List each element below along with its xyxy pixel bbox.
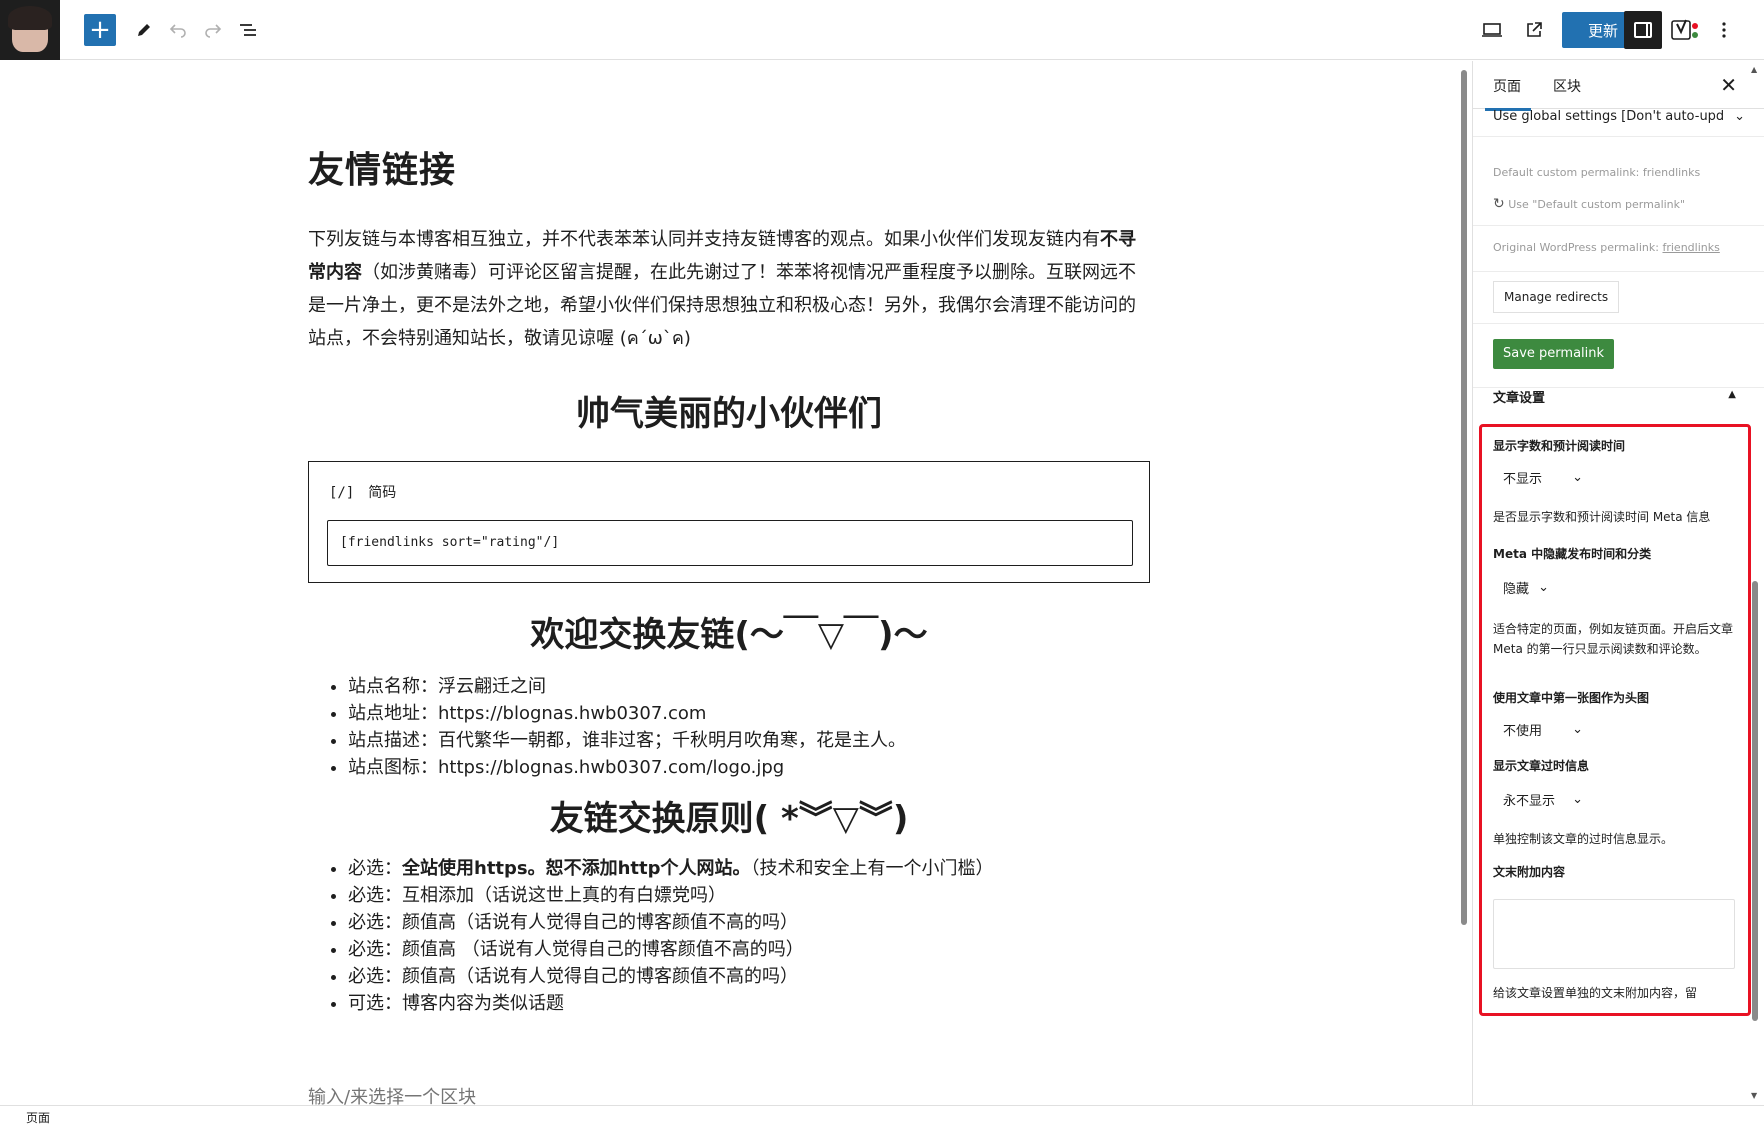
heading-exchange[interactable]: 欢迎交换友链(～￣▽￣)～ [308, 607, 1150, 656]
use-default-permalink-link[interactable]: ↻ Use "Default custom permalink" [1493, 196, 1685, 212]
list-item: 站点名称：浮云翩迁之间 [348, 673, 1148, 700]
outdated-select[interactable]: 永不显示 ⌄ [1493, 783, 1593, 815]
word-count-select[interactable]: 不显示 ⌄ [1493, 461, 1593, 493]
intro-text-2: （如涉黄赌毒）可评论区留言提醒，在此先谢过了！苯苯将视情况严重程度予以删除。互联… [308, 262, 1136, 349]
global-settings-select[interactable]: Use global settings [Don't auto-upd ⌄ [1493, 109, 1745, 124]
sidebar-tabs: 页面 区块 ✕ [1473, 61, 1764, 111]
sidebar-scrollbar[interactable]: ▲ ▼ [1748, 61, 1762, 1105]
yoast-icon [1671, 19, 1698, 40]
undo-icon [169, 24, 186, 38]
list-item: 可选：博客内容为类似话题 [348, 990, 1148, 1017]
editor-toolbar: + 更新 [0, 0, 1764, 60]
undo-button[interactable] [162, 14, 194, 46]
shortcode-input[interactable]: [friendlinks sort="rating"/] [327, 520, 1133, 566]
heading-rules[interactable]: 友链交换原则( *︾▽︾) [308, 791, 1150, 840]
shortcode-icon: [/] [329, 485, 355, 501]
list-item: 必选：颜值高（话说有人觉得自己的博客颜值不高的吗） [348, 909, 1148, 936]
word-count-label: 显示字数和预计阅读时间 [1493, 439, 1626, 453]
post-settings-title[interactable]: 文章设置 [1493, 387, 1545, 406]
rules-list[interactable]: 必选：全站使用https。恕不添加http个人网站。（技术和安全上有一个小门槛）… [348, 855, 1148, 1017]
redo-button[interactable] [197, 14, 229, 46]
chevron-down-icon: ⌄ [1572, 721, 1583, 737]
original-permalink-link[interactable]: friendlinks [1662, 241, 1719, 254]
site-info-list[interactable]: 站点名称：浮云翩迁之间 站点地址：https://blognas.hwb0307… [348, 673, 1148, 781]
editor-scroll-thumb[interactable] [1461, 70, 1467, 925]
add-block-button[interactable]: + [84, 14, 116, 46]
desktop-preview-icon [1482, 23, 1502, 37]
divider [1473, 323, 1764, 324]
scroll-down-icon[interactable]: ▼ [1751, 1091, 1757, 1100]
add-icon: + [89, 15, 111, 45]
meta-hide-select[interactable]: 隐藏 ⌄ [1493, 571, 1559, 603]
more-icon [1722, 22, 1726, 38]
editor-canvas: 友情链接 下列友链与本博客相互独立，并不代表苯苯认同并支持友链博客的观点。如果小… [0, 61, 1464, 1105]
tab-block[interactable]: 区块 [1553, 76, 1581, 96]
chevron-up-icon[interactable]: ▲ [1728, 389, 1736, 400]
reset-icon: ↻ [1493, 196, 1505, 212]
intro-paragraph[interactable]: 下列友链与本博客相互独立，并不代表苯苯认同并支持友链博客的观点。如果小伙伴们发现… [308, 223, 1150, 355]
word-count-help: 是否显示字数和预计阅读时间 Meta 信息 [1493, 510, 1711, 524]
chevron-down-icon: ⌄ [1572, 469, 1583, 485]
heading-friends[interactable]: 帅气美丽的小伙伴们 [308, 386, 1150, 435]
editor-scrollbar[interactable] [1459, 70, 1469, 1104]
page-title[interactable]: 友情链接 [308, 141, 456, 193]
view-page-button[interactable] [1518, 14, 1550, 46]
scroll-up-icon[interactable]: ▲ [1751, 65, 1757, 74]
list-item: 站点图标：https://blognas.hwb0307.com/logo.jp… [348, 754, 1148, 781]
settings-panel-toggle[interactable] [1624, 11, 1662, 49]
divider [1473, 271, 1764, 272]
block-appender[interactable]: 输入/来选择一个区块 [308, 1083, 476, 1105]
avatar-hair [8, 6, 52, 30]
list-item: 站点地址：https://blognas.hwb0307.com [348, 700, 1148, 727]
shortcode-block[interactable]: [/] 简码 [friendlinks sort="rating"/] [308, 461, 1150, 583]
original-permalink: Original WordPress permalink: friendlink… [1493, 241, 1720, 254]
options-button[interactable] [1708, 14, 1740, 46]
intro-text-1: 下列友链与本博客相互独立，并不代表苯苯认同并支持友链博客的观点。如果小伙伴们发现… [308, 229, 1100, 250]
list-item: 站点描述：百代繁华一朝都，谁非过客；千秋明月吹角寒，花是主人。 [348, 727, 1148, 754]
yoast-button[interactable] [1668, 14, 1704, 46]
preview-button[interactable] [1476, 14, 1508, 46]
first-image-label: 使用文章中第一张图作为头图 [1493, 691, 1650, 705]
outdated-help: 单独控制该文章的过时信息显示。 [1493, 832, 1674, 846]
list-item: 必选：互相添加（话说这世上真的有白嫖党吗） [348, 882, 1148, 909]
chevron-down-icon: ⌄ [1734, 109, 1745, 124]
list-view-icon [240, 24, 256, 36]
sidebar-scroll-thumb[interactable] [1752, 581, 1758, 1021]
panel-icon [1634, 22, 1652, 38]
list-item: 必选：全站使用https。恕不添加http个人网站。（技术和安全上有一个小门槛） [348, 855, 1148, 882]
divider [1473, 136, 1764, 137]
meta-hide-label: Meta 中隐藏发布时间和分类 [1493, 547, 1652, 561]
tools-button[interactable] [128, 14, 160, 46]
site-avatar[interactable] [0, 0, 60, 60]
pencil-icon [138, 24, 150, 36]
outdated-label: 显示文章过时信息 [1493, 759, 1590, 773]
list-item: 必选：颜值高（话说有人觉得自己的博客颜值不高的吗） [348, 963, 1148, 990]
chevron-down-icon: ⌄ [1572, 791, 1583, 807]
chevron-down-icon: ⌄ [1538, 579, 1549, 595]
tab-page[interactable]: 页面 [1485, 76, 1531, 111]
save-permalink-button[interactable]: Save permalink [1493, 339, 1615, 369]
meta-hide-help: 适合特定的页面，例如友链页面。开启后文章 Meta 的第一行只显示阅读数和评论数… [1493, 622, 1734, 656]
breadcrumb-item[interactable]: 页面 [26, 1111, 50, 1125]
settings-sidebar: 页面 区块 ✕ Use global settings [Don't auto-… [1472, 61, 1764, 1105]
append-content-help: 给该文章设置单独的文末附加内容，留 [1493, 986, 1698, 1000]
external-link-icon [1527, 22, 1542, 37]
list-view-button[interactable] [232, 14, 264, 46]
append-content-textarea[interactable] [1493, 899, 1735, 969]
redo-icon [205, 24, 222, 38]
default-permalink: Default custom permalink: friendlinks [1493, 166, 1701, 179]
divider [1473, 225, 1764, 226]
block-breadcrumb: 页面 [0, 1105, 1764, 1126]
first-image-select[interactable]: 不使用 ⌄ [1493, 713, 1593, 745]
list-item: 必选：颜值高 （话说有人觉得自己的博客颜值不高的吗） [348, 936, 1148, 963]
manage-redirects-button[interactable]: Manage redirects [1493, 281, 1620, 313]
shortcode-label: [/] 简码 [329, 485, 397, 501]
close-icon[interactable]: ✕ [1720, 73, 1737, 97]
append-content-label: 文末附加内容 [1493, 865, 1566, 879]
